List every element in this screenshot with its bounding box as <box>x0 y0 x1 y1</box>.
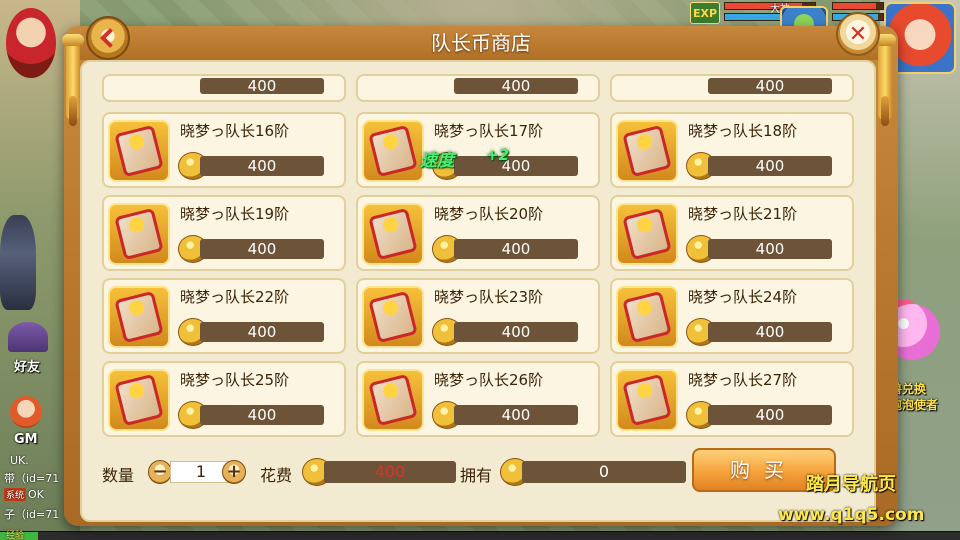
price-bar: 400 <box>454 405 578 425</box>
cost-label: 花费 <box>260 466 293 485</box>
speed-float-label: 速度 <box>420 151 454 171</box>
watermark-url: www.q1q5.com <box>778 505 925 525</box>
speed-float-value: +2 <box>486 146 510 164</box>
scroll-item-icon <box>616 120 678 182</box>
price-bar: 400 <box>454 78 578 94</box>
scroll-item-icon <box>362 120 424 182</box>
warrior-character <box>0 215 36 310</box>
item-name: 晓梦っ队长24阶 <box>688 288 798 306</box>
scroll-item-icon <box>108 203 170 265</box>
scroll-item-icon <box>108 286 170 348</box>
price-bar: 400 <box>708 322 832 342</box>
price-bar: 400 <box>200 322 324 342</box>
cost-value: 400 <box>324 461 456 483</box>
scroll-item-icon <box>362 369 424 431</box>
price-bar: 400 <box>454 322 578 342</box>
shop-item-card[interactable]: 晓梦っ队长16阶 400 <box>102 112 346 188</box>
shop-title: 队长币商店 <box>431 31 531 55</box>
exp-icon[interactable]: EXP <box>690 2 720 24</box>
item-name: 晓梦っ队长26阶 <box>434 371 544 389</box>
shop-item-card[interactable]: 晓梦っ队长20阶 400 <box>356 195 600 271</box>
item-name: 晓梦っ队长17阶 <box>434 122 544 140</box>
scroll-item-icon <box>108 120 170 182</box>
owned-label: 拥有 <box>460 466 493 485</box>
item-name: 晓梦っ队长25阶 <box>180 371 290 389</box>
back-arrow-icon <box>100 28 120 48</box>
tassel <box>69 96 77 126</box>
price-bar: 400 <box>200 156 324 176</box>
chat-text: UK. <box>10 454 29 467</box>
friend-label[interactable]: 好友 <box>14 356 40 375</box>
quantity-plus-button[interactable]: + <box>222 460 246 484</box>
fortune-god-icon[interactable] <box>6 8 56 78</box>
chat-line: 系统 OK <box>4 488 44 501</box>
tassel <box>881 96 889 126</box>
gm-label[interactable]: GM <box>14 432 38 447</box>
experience-bar <box>0 531 960 540</box>
price-bar: 400 <box>200 239 324 259</box>
price-bar: 400 <box>708 156 832 176</box>
pillar-cap <box>62 34 84 46</box>
price-bar: 400 <box>708 239 832 259</box>
chat-line: 带（id=71 <box>4 470 59 486</box>
scroll-item-icon <box>616 369 678 431</box>
shop-item-card[interactable]: 晓梦っ队长26阶 400 <box>356 361 600 437</box>
shop-item-card[interactable]: 晓梦っ队长24阶 400 <box>610 278 854 354</box>
price-bar: 400 <box>200 78 324 94</box>
shop-item-card[interactable]: 晓梦っ队长27阶 400 <box>610 361 854 437</box>
item-name: 晓梦っ队长27阶 <box>688 371 798 389</box>
scroll-item-icon <box>616 203 678 265</box>
chat-text: OK <box>28 488 44 501</box>
shop-item-card[interactable]: 晓梦っ队长18阶 400 <box>610 112 854 188</box>
shop-item-card[interactable]: 晓梦っ队长22阶 400 <box>102 278 346 354</box>
scroll-item-icon <box>108 369 170 431</box>
experience-label: 经验 <box>6 531 25 540</box>
scroll-item-icon <box>362 286 424 348</box>
gm-avatar[interactable] <box>10 396 42 428</box>
shop-item-card[interactable]: 晓梦っ队长17阶 400 <box>356 112 600 188</box>
price-bar: 400 <box>708 78 832 94</box>
chat-text: 子（id=71 <box>4 508 60 521</box>
close-button[interactable]: ✕ <box>836 12 880 56</box>
chat-text: 带（id=71 <box>4 472 60 485</box>
system-tag: 系统 <box>4 488 27 501</box>
shop-item-card[interactable]: 400 <box>102 74 346 102</box>
quantity-minus-button[interactable]: − <box>148 460 172 484</box>
owned-value: 0 <box>522 461 686 483</box>
shop-item-card[interactable]: 400 <box>356 74 600 102</box>
item-name: 晓梦っ队长16阶 <box>180 122 290 140</box>
shop-item-card[interactable]: 晓梦っ队长23阶 400 <box>356 278 600 354</box>
scroll-item-icon <box>362 203 424 265</box>
price-bar: 400 <box>454 239 578 259</box>
quantity-label: 数量 <box>102 466 135 485</box>
shop-item-card[interactable]: 400 <box>610 74 854 102</box>
item-name: 晓梦っ队长19阶 <box>180 205 290 223</box>
friend-hat-icon[interactable] <box>8 322 48 352</box>
item-name: 晓梦っ队长23阶 <box>434 288 544 306</box>
price-bar: 400 <box>200 405 324 425</box>
item-name: 晓梦っ队长21阶 <box>688 205 798 223</box>
shop-item-card[interactable]: 晓梦っ队长25阶 400 <box>102 361 346 437</box>
price-bar: 400 <box>708 405 832 425</box>
item-name: 晓梦っ队长18阶 <box>688 122 798 140</box>
chat-line: 子（id=71 <box>4 506 59 522</box>
shop-item-card[interactable]: 晓梦っ队长19阶 400 <box>102 195 346 271</box>
back-button[interactable] <box>86 16 130 60</box>
hero-hp-bar <box>832 2 884 10</box>
item-name: 晓梦っ队长22阶 <box>180 288 290 306</box>
scroll-item-icon <box>616 286 678 348</box>
watermark-title: 踏月导航页 <box>806 474 896 495</box>
chat-line: UK. <box>4 454 29 467</box>
price-bar: 400 <box>454 156 578 176</box>
shop-item-card[interactable]: 晓梦っ队长21阶 400 <box>610 195 854 271</box>
item-name: 晓梦っ队长20阶 <box>434 205 544 223</box>
